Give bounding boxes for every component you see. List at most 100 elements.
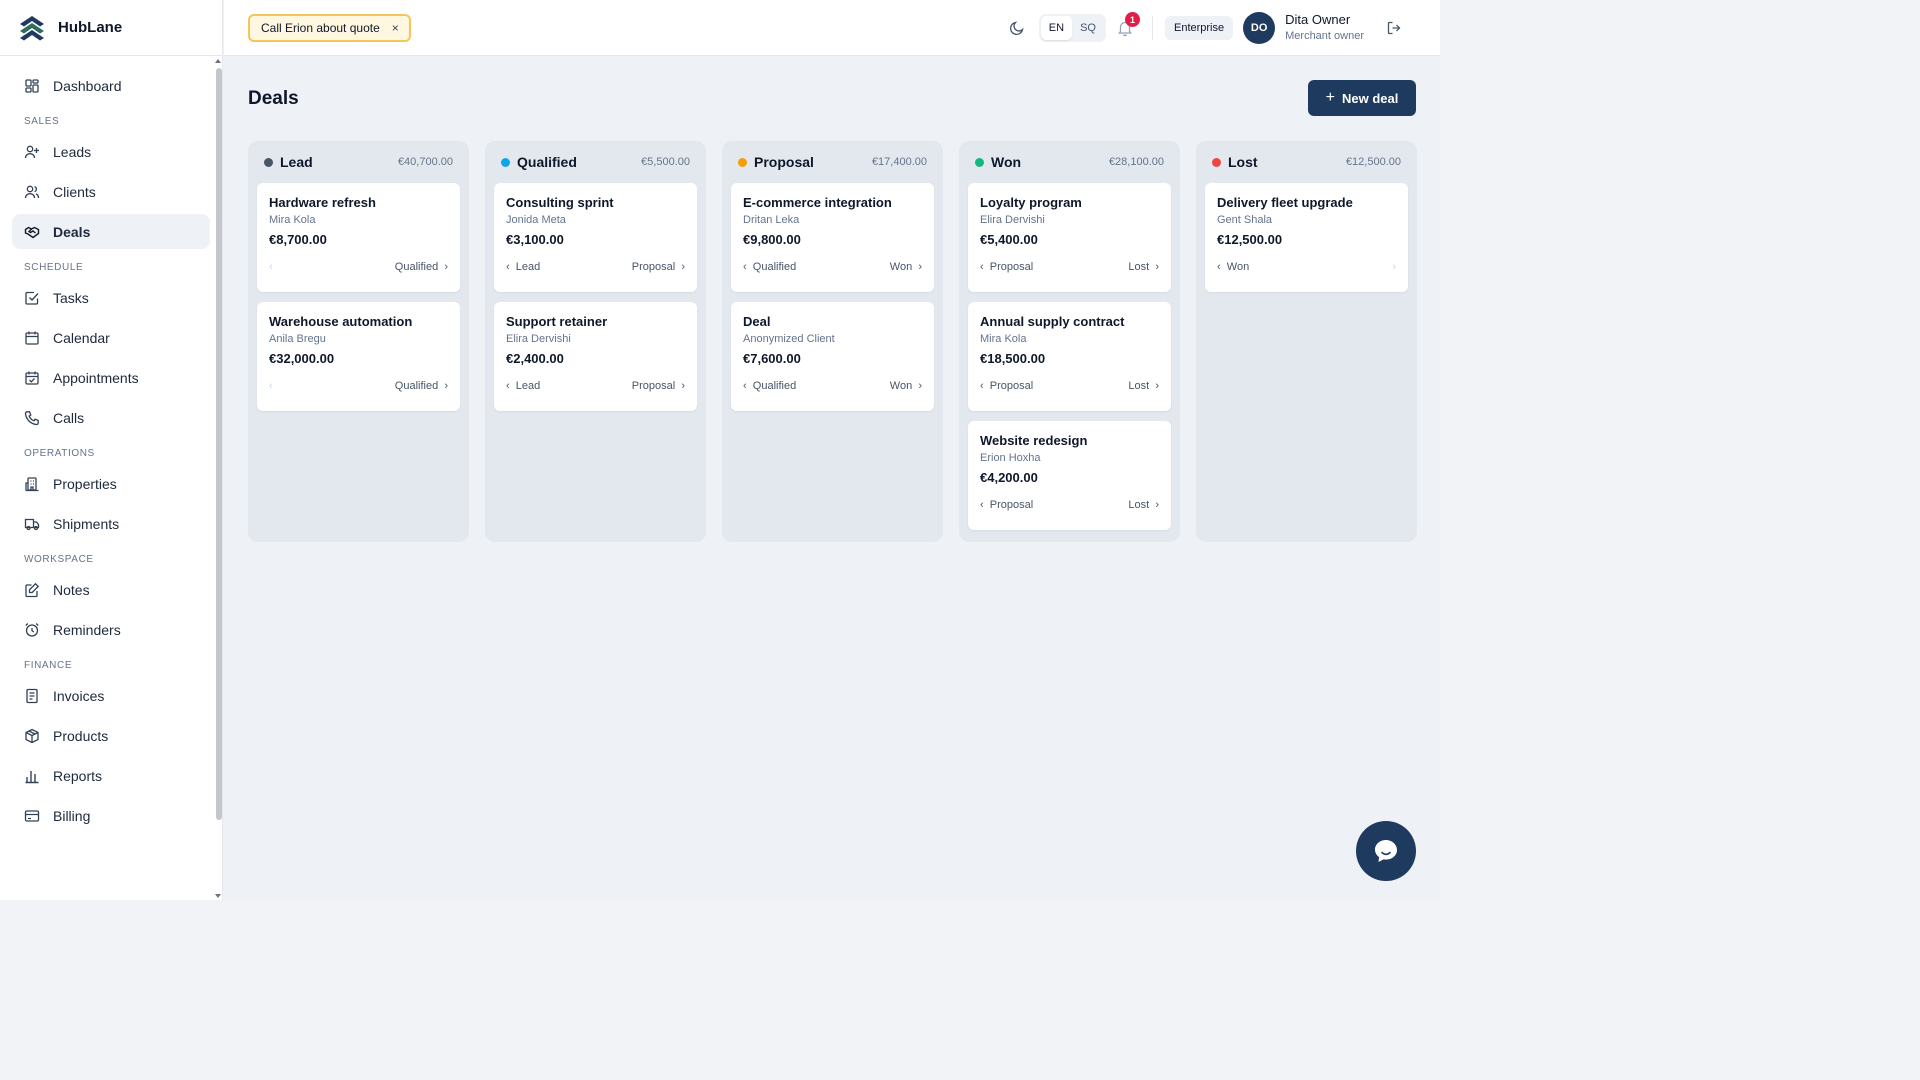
deal-client: Anila Bregu — [269, 333, 326, 345]
sidebar-item-invoices[interactable]: Invoices — [12, 678, 210, 713]
move-prev-button[interactable]: ‹ — [269, 261, 279, 273]
sidebar-item-reminders[interactable]: Reminders — [12, 612, 210, 647]
deal-client: Mira Kola — [269, 214, 316, 226]
sidebar-item-billing[interactable]: Billing — [12, 798, 210, 833]
column-proposal: Proposal €17,400.00 E-commerce integration… — [722, 141, 943, 542]
lang-en-button[interactable]: EN — [1040, 16, 1073, 40]
scroll-up-arrow-icon[interactable] — [215, 59, 221, 63]
move-prev-button[interactable]: ‹ Lead — [506, 380, 540, 392]
brand[interactable]: HubLane — [0, 0, 222, 56]
sidebar-item-appointments[interactable]: Appointments — [12, 360, 210, 395]
move-prev-button[interactable]: ‹ Proposal — [980, 499, 1033, 511]
move-next-button[interactable]: Proposal › — [632, 261, 685, 273]
box-icon — [25, 728, 39, 743]
lang-sq-button[interactable]: SQ — [1072, 16, 1104, 40]
deal-card[interactable]: Website redesign Erion Hoxha €4,200.00 ‹ Pr… — [968, 421, 1171, 530]
column-header: Lost €12,500.00 — [1205, 141, 1408, 183]
chat-launcher-button[interactable] — [1356, 821, 1416, 881]
logout-icon[interactable] — [1386, 20, 1402, 36]
moon-icon[interactable] — [1009, 20, 1025, 36]
column-won: Won €28,100.00 Loyalty program Elira Dervis… — [959, 141, 1180, 542]
phone-icon — [24, 410, 39, 425]
avatar[interactable]: DO — [1243, 12, 1276, 44]
move-prev-button[interactable]: ‹ — [269, 380, 279, 392]
sidebar-item-dashboard[interactable]: Dashboard — [12, 68, 210, 103]
move-next-button[interactable]: › — [1386, 261, 1396, 273]
move-next-button[interactable]: Qualified › — [395, 261, 448, 273]
move-prev-button[interactable]: ‹ Qualified — [743, 380, 796, 392]
user-info[interactable]: Dita Owner Merchant owner — [1285, 12, 1364, 44]
credit-card-icon — [24, 809, 40, 822]
deal-card[interactable]: Hardware refresh Mira Kola €8,700.00 ‹ Qual… — [257, 183, 460, 292]
scrollbar-thumb[interactable] — [216, 68, 222, 820]
move-next-button[interactable]: Proposal › — [632, 380, 685, 392]
move-prev-button[interactable]: ‹ Proposal — [980, 261, 1033, 273]
move-next-button[interactable]: Won › — [890, 261, 922, 273]
chevron-right-icon: › — [1149, 380, 1159, 392]
deal-card[interactable]: Deal Anonymized Client €7,600.00 ‹ Qualifie… — [731, 302, 934, 411]
move-next-button[interactable]: Lost › — [1128, 261, 1159, 273]
deal-card[interactable]: Annual supply contract Mira Kola €18,500.0… — [968, 302, 1171, 411]
move-prev-button[interactable]: ‹ Qualified — [743, 261, 796, 273]
chevron-left-icon: ‹ — [506, 380, 516, 392]
deal-client: Elira Dervishi — [506, 333, 571, 345]
language-switcher: EN SQ — [1038, 14, 1106, 42]
deal-amount: €3,100.00 — [506, 232, 564, 247]
sidebar-item-label: Clients — [53, 183, 96, 200]
sidebar-item-shipments[interactable]: Shipments — [12, 506, 210, 541]
sidebar: HubLane Dashboard SALES Leads Clients De… — [0, 0, 223, 900]
move-next-button[interactable]: Lost › — [1128, 380, 1159, 392]
stage-nav: ‹ Proposal Lost › — [980, 499, 1159, 511]
scroll-down-arrow-icon[interactable] — [215, 894, 221, 898]
sidebar-item-properties[interactable]: Properties — [12, 466, 210, 501]
deal-card[interactable]: Consulting sprint Jonida Meta €3,100.00 ‹ L… — [494, 183, 697, 292]
bar-chart-icon — [25, 770, 39, 783]
deal-client: Erion Hoxha — [980, 452, 1041, 464]
move-prev-button[interactable]: ‹ Lead — [506, 261, 540, 273]
chevron-left-icon: ‹ — [1217, 261, 1227, 273]
deal-title: Deal — [743, 314, 771, 329]
column-total: €12,500.00 — [1345, 156, 1401, 168]
move-next-button[interactable]: Won › — [890, 380, 922, 392]
move-next-button[interactable]: Qualified › — [395, 380, 448, 392]
stage-nav: ‹ Lead Proposal › — [506, 261, 685, 273]
stage-dot-icon — [501, 157, 510, 167]
column-lead: Lead €40,700.00 Hardware refresh Mira Kola €… — [248, 141, 469, 542]
move-next-button[interactable]: Lost › — [1128, 499, 1159, 511]
prev-stage-label: Qualified — [752, 261, 797, 273]
column-title: Won — [991, 154, 1022, 170]
sidebar-item-deals[interactable]: Deals — [12, 214, 210, 249]
stage-nav: ‹ Qualified Won › — [743, 261, 922, 273]
deal-card[interactable]: Support retainer Elira Dervishi €2,400.00 ‹… — [494, 302, 697, 411]
sidebar-item-calendar[interactable]: Calendar — [12, 320, 210, 355]
sidebar-item-tasks[interactable]: Tasks — [12, 280, 210, 315]
move-prev-button[interactable]: ‹ Proposal — [980, 380, 1033, 392]
sidebar-item-notes[interactable]: Notes — [12, 572, 210, 607]
section-schedule: SCHEDULE — [24, 262, 84, 273]
user-name: Dita Owner — [1285, 12, 1351, 27]
stage-nav: ‹ Qualified Won › — [743, 380, 922, 392]
deal-card[interactable]: Warehouse automation Anila Bregu €32,000.0… — [257, 302, 460, 411]
sidebar-item-products[interactable]: Products — [12, 718, 210, 753]
sidebar-item-label: Leads — [53, 143, 92, 160]
deal-card[interactable]: E-commerce integration Dritan Leka €9,800.… — [731, 183, 934, 292]
sidebar-item-calls[interactable]: Calls — [12, 400, 210, 435]
sidebar-item-leads[interactable]: Leads — [12, 134, 210, 169]
chevron-right-icon: › — [438, 261, 448, 273]
close-icon[interactable]: × — [392, 21, 399, 35]
sidebar-item-clients[interactable]: Clients — [12, 174, 210, 209]
plus-icon: + — [1325, 89, 1335, 106]
sidebar-item-label: Notes — [53, 581, 90, 598]
sidebar-item-reports[interactable]: Reports — [12, 758, 210, 793]
deal-card[interactable]: Loyalty program Elira Dervishi €5,400.00 ‹ … — [968, 183, 1171, 292]
deal-card[interactable]: Delivery fleet upgrade Gent Shala €12,500.… — [1205, 183, 1408, 292]
notifications-button[interactable]: 1 — [1116, 12, 1140, 37]
prev-stage-label: Proposal — [989, 380, 1034, 392]
section-finance: FINANCE — [24, 660, 73, 671]
deal-title: Delivery fleet upgrade — [1217, 195, 1353, 210]
move-prev-button[interactable]: ‹ Won — [1217, 261, 1249, 273]
stage-dot-icon — [1212, 157, 1221, 167]
new-deal-button[interactable]: + New deal — [1308, 80, 1416, 116]
sidebar-scrollbar[interactable] — [214, 58, 223, 900]
reminder-chip[interactable]: Call Erion about quote × — [248, 14, 411, 42]
